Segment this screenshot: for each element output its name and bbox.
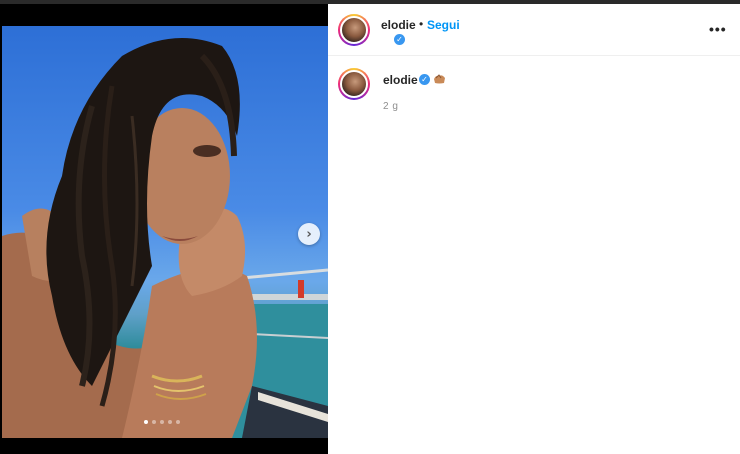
- post-media-panel: ›: [0, 4, 328, 454]
- carousel-next-button[interactable]: ›: [298, 223, 320, 245]
- carousel-dot: [144, 420, 148, 424]
- post-info-panel: elodie • Segui ✓ ••• elodie ✓ 2 g: [328, 4, 740, 454]
- carousel-dot: [152, 420, 156, 424]
- avatar[interactable]: [338, 14, 370, 46]
- caption-avatar[interactable]: [338, 68, 370, 100]
- photo-illustration: [2, 38, 328, 438]
- more-options-icon[interactable]: •••: [709, 22, 727, 36]
- post-timestamp[interactable]: 2 g: [383, 101, 398, 112]
- carousel-dot: [176, 420, 180, 424]
- post-photo: [2, 26, 328, 438]
- header-separator: •: [419, 17, 424, 31]
- emoji-icon: [434, 74, 445, 84]
- post-header: elodie • Segui ✓ •••: [328, 4, 740, 56]
- carousel-dot: [160, 420, 164, 424]
- carousel-dot: [168, 420, 172, 424]
- verified-badge-icon: ✓: [419, 74, 430, 85]
- header-username[interactable]: elodie: [381, 18, 416, 32]
- follow-button[interactable]: Segui: [427, 18, 460, 32]
- verified-badge-icon: ✓: [394, 34, 405, 45]
- carousel-indicator: [144, 420, 180, 424]
- chevron-right-icon: ›: [306, 226, 312, 242]
- caption-username[interactable]: elodie: [383, 73, 418, 87]
